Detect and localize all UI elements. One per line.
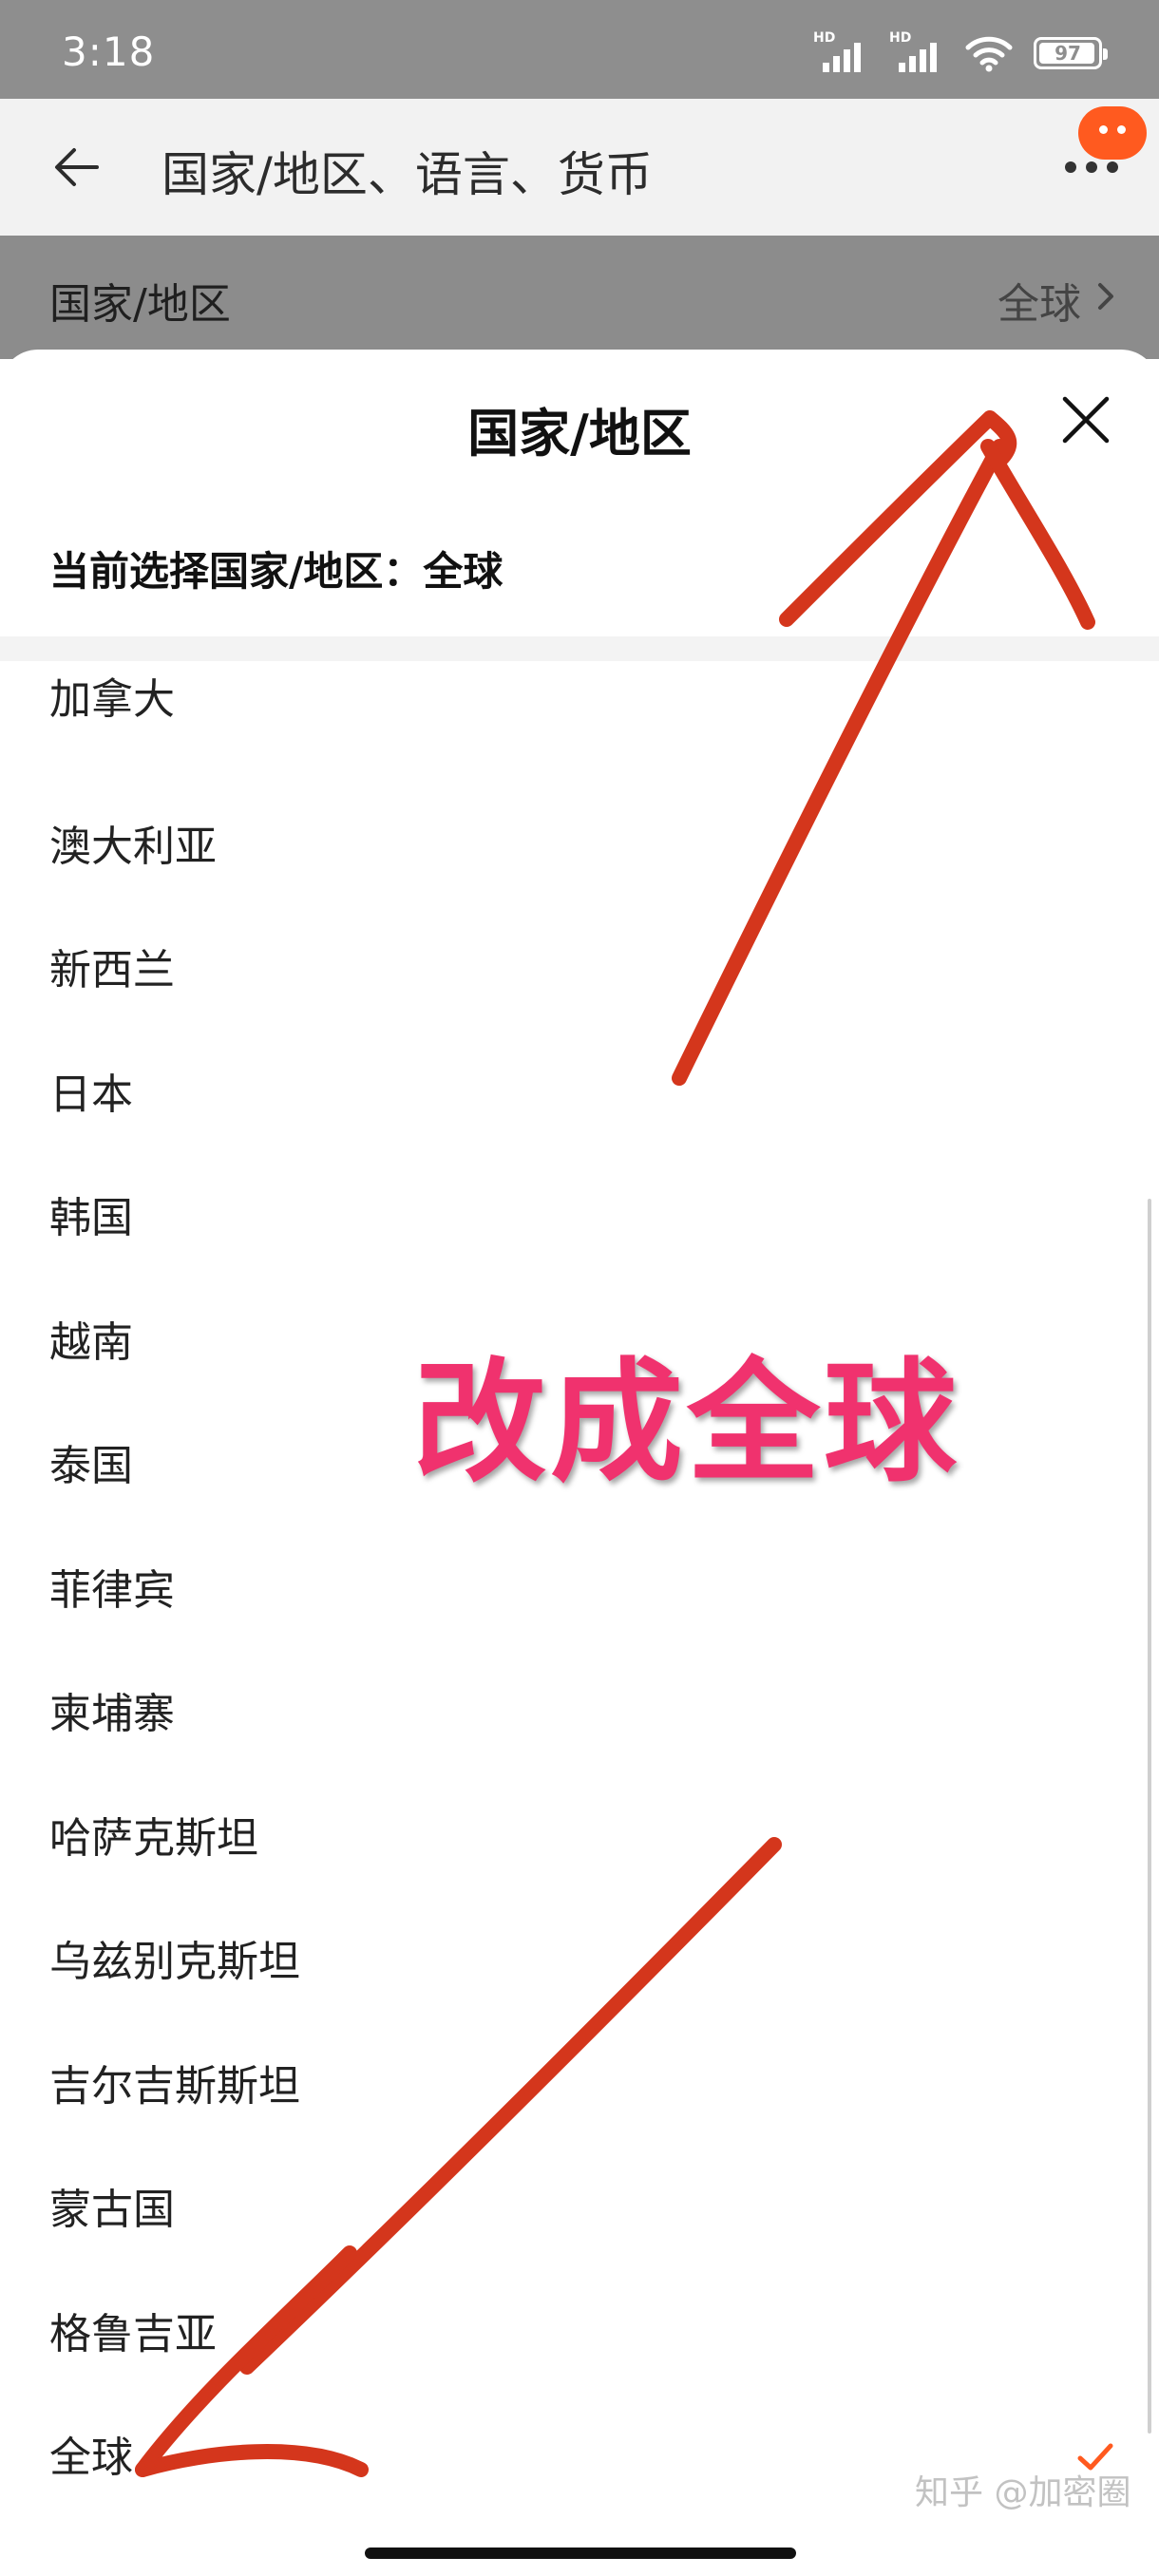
country-item[interactable]: 格鲁吉亚 [0,2273,1159,2397]
page-title: 国家/地区、语言、货币 [162,147,653,202]
signal-icon-2: HD [889,30,944,72]
setting-row-value: 全球 [998,280,1081,329]
country-name: 菲律宾 [49,1565,175,1615]
annotation-label: 改成全球 [413,1346,961,1501]
app-screen: 3:18 HD HD 97 国家/地区、语言、货币 国家/地区 全球 国家/地区… [0,0,1159,2576]
arrow-left-icon[interactable] [49,139,106,196]
country-name: 澳大利亚 [49,822,217,871]
country-list: 加拿大澳大利亚新西兰日本韩国越南泰国菲律宾柬埔寨哈萨克斯坦乌兹别克斯坦 吉尔吉斯斯… [0,661,1159,2521]
country-item[interactable]: 柬埔寨 [0,1653,1159,1777]
watermark: 知乎 @加密圈 [915,2473,1131,2512]
country-item[interactable]: 新西兰 [0,909,1159,1033]
country-item[interactable]: 乌兹别克斯坦 [0,1901,1159,2025]
country-item[interactable]: 蒙古国 [0,2149,1159,2273]
country-name: 哈萨克斯坦 [49,1813,258,1863]
country-item[interactable]: 韩国 [0,1157,1159,1281]
battery-level: 97 [1054,42,1081,65]
country-item[interactable]: 吉尔吉斯斯坦 [0,2025,1159,2150]
country-name: 吉尔吉斯斯坦 [49,2061,300,2111]
country-item[interactable]: 加拿大 [0,661,1159,786]
status-time: 3:18 [62,28,156,75]
country-name: 日本 [49,1070,133,1119]
country-item[interactable]: 澳大利亚 [0,786,1159,910]
setting-row-label: 国家/地区 [49,280,231,329]
country-region-setting-row[interactable]: 国家/地区 全球 [0,236,1159,359]
battery-icon: 97 [1034,37,1108,69]
country-name: 泰国 [49,1442,133,1490]
sheet-title: 国家/地区 [467,404,692,464]
country-name: 越南 [49,1317,133,1367]
status-bar: 3:18 HD HD 97 [0,0,1159,99]
country-name: 韩国 [49,1194,133,1242]
home-indicator[interactable] [365,2548,796,2559]
signal-icon: HD [813,30,868,72]
country-item[interactable]: 菲律宾 [0,1529,1159,1654]
country-item[interactable]: 哈萨克斯坦 [0,1777,1159,1902]
country-name: 柬埔寨 [49,1690,175,1738]
country-name: 格鲁吉亚 [49,2309,217,2358]
country-item[interactable]: 日本 [0,1033,1159,1158]
more-dots-icon[interactable] [1059,154,1126,192]
scrollbar[interactable] [1148,1199,1151,2434]
country-name: 乌兹别克斯坦 [49,1938,300,1986]
country-name: 加拿大 [49,675,175,724]
chevron-right-icon [1098,283,1113,310]
country-name: 新西兰 [49,946,175,994]
close-icon[interactable] [1059,393,1112,446]
app-header: 国家/地区、语言、货币 [0,99,1159,236]
status-icons: HD HD 97 [813,30,1108,74]
country-name: 全球 [49,2434,133,2482]
message-bubble-icon[interactable] [1078,106,1147,160]
country-name: 蒙古国 [49,2186,175,2234]
wifi-icon [965,36,1013,72]
current-selection-label: 当前选择国家/地区：全球 [49,548,504,595]
